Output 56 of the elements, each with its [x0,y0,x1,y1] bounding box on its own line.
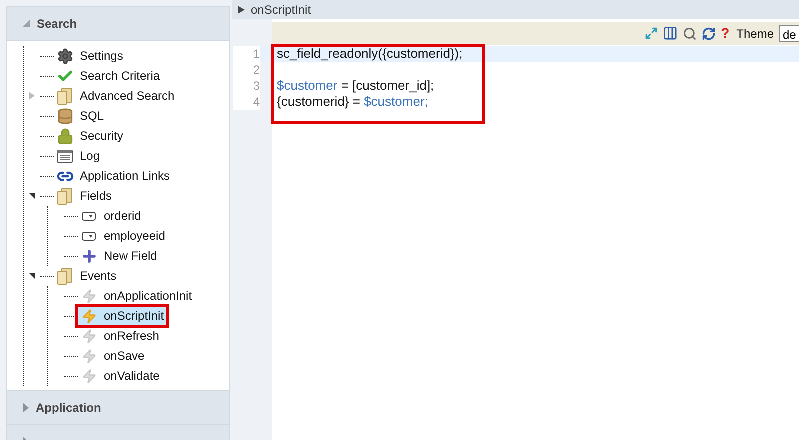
tree-item[interactable]: orderid [78,207,144,225]
line-number: 2 [233,62,260,78]
tree-item[interactable]: employeeid [78,227,168,245]
lightning-icon [82,368,96,384]
lightning-icon [82,348,96,364]
folder-icon [57,268,73,284]
tree-item[interactable]: onRefresh [78,327,162,345]
search-icon[interactable] [683,26,698,40]
tree-item[interactable]: Fields [54,187,114,205]
line-number: 1 [233,46,260,62]
section-header[interactable]: Application [7,391,229,425]
folder-icon [57,188,73,204]
editor-title: onScriptInit [251,2,312,18]
tree-item[interactable]: Events [54,267,119,285]
lightning-icon [82,328,96,344]
collapse-triangle-icon [23,20,30,27]
gear-icon [56,48,74,64]
tree-item[interactable]: Search Criteria [54,67,162,85]
tree-item[interactable]: Advanced Search [54,87,177,105]
theme-label: Theme [736,26,774,42]
tree-item[interactable]: onValidate [78,367,162,385]
tree-item[interactable]: onScriptInit [78,307,166,325]
tree-item[interactable]: New Field [78,247,160,265]
play-triangle-icon [238,6,245,14]
list-icon [57,150,73,162]
tree-item[interactable]: Settings [54,47,126,65]
section-title: Search [37,16,78,32]
dropdown-field-icon [82,212,96,220]
database-icon [56,108,74,124]
tree-item[interactable]: Security [54,127,126,145]
section-header[interactable]: Search [7,7,229,41]
tree-item[interactable]: Log [54,147,102,165]
refresh-icon[interactable] [702,26,716,40]
code-line: sc_field_readonly({customerid}); [277,46,463,62]
code-line: {customerid} = $customer; [277,94,428,110]
lightning-icon [82,288,96,304]
theme-select[interactable]: de [779,25,799,42]
expand-triangle-icon [23,402,29,412]
tree-item[interactable]: onSave [78,347,147,365]
tree-item[interactable]: onApplicationInit [78,287,194,305]
dropdown-field-icon [82,232,96,240]
expander-icon[interactable] [29,273,35,279]
fullscreen-icon[interactable] [645,27,658,40]
section-title: Application [36,400,102,416]
tree-item[interactable]: SQL [54,107,106,125]
line-number: 3 [233,78,260,94]
lock-icon [56,128,74,144]
columns-icon[interactable] [663,26,678,41]
code-line: $customer = [customer_id]; [277,78,434,94]
plus-icon [80,248,98,264]
help-icon[interactable]: ? [721,23,730,44]
lightning-icon [82,308,96,324]
folder-icon [57,88,73,104]
expander-icon[interactable] [29,193,35,199]
tree-item[interactable]: Application Links [54,167,172,185]
line-number: 4 [233,94,260,110]
